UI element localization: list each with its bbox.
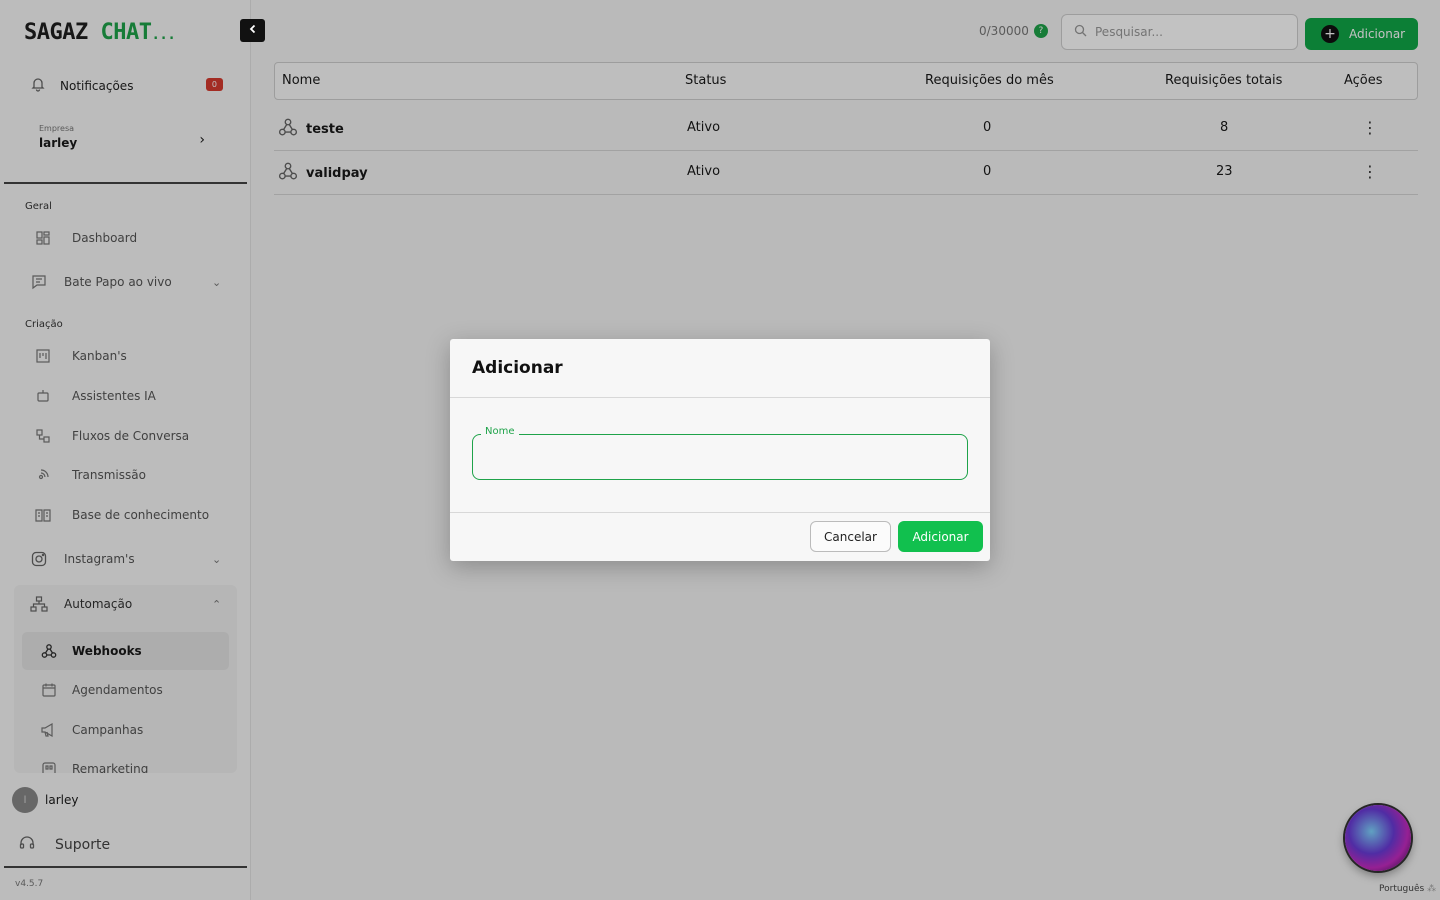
submit-button[interactable]: Adicionar [898,521,983,552]
language-selector[interactable]: Português ⁂ [1379,884,1436,894]
language-label: Português [1379,884,1425,894]
collapse-sidebar-button[interactable] [240,19,265,42]
chevron-left-icon [248,23,258,38]
name-field-label: Nome [481,426,519,437]
cancel-button[interactable]: Cancelar [810,521,891,552]
divider [450,397,990,398]
divider [450,512,990,513]
name-input[interactable] [473,435,967,479]
name-field[interactable]: Nome [472,426,968,480]
dialog-title: Adicionar [472,358,563,378]
add-dialog: Adicionar Nome Cancelar Adicionar [450,339,990,561]
translate-icon: ⁂ [1427,884,1437,894]
